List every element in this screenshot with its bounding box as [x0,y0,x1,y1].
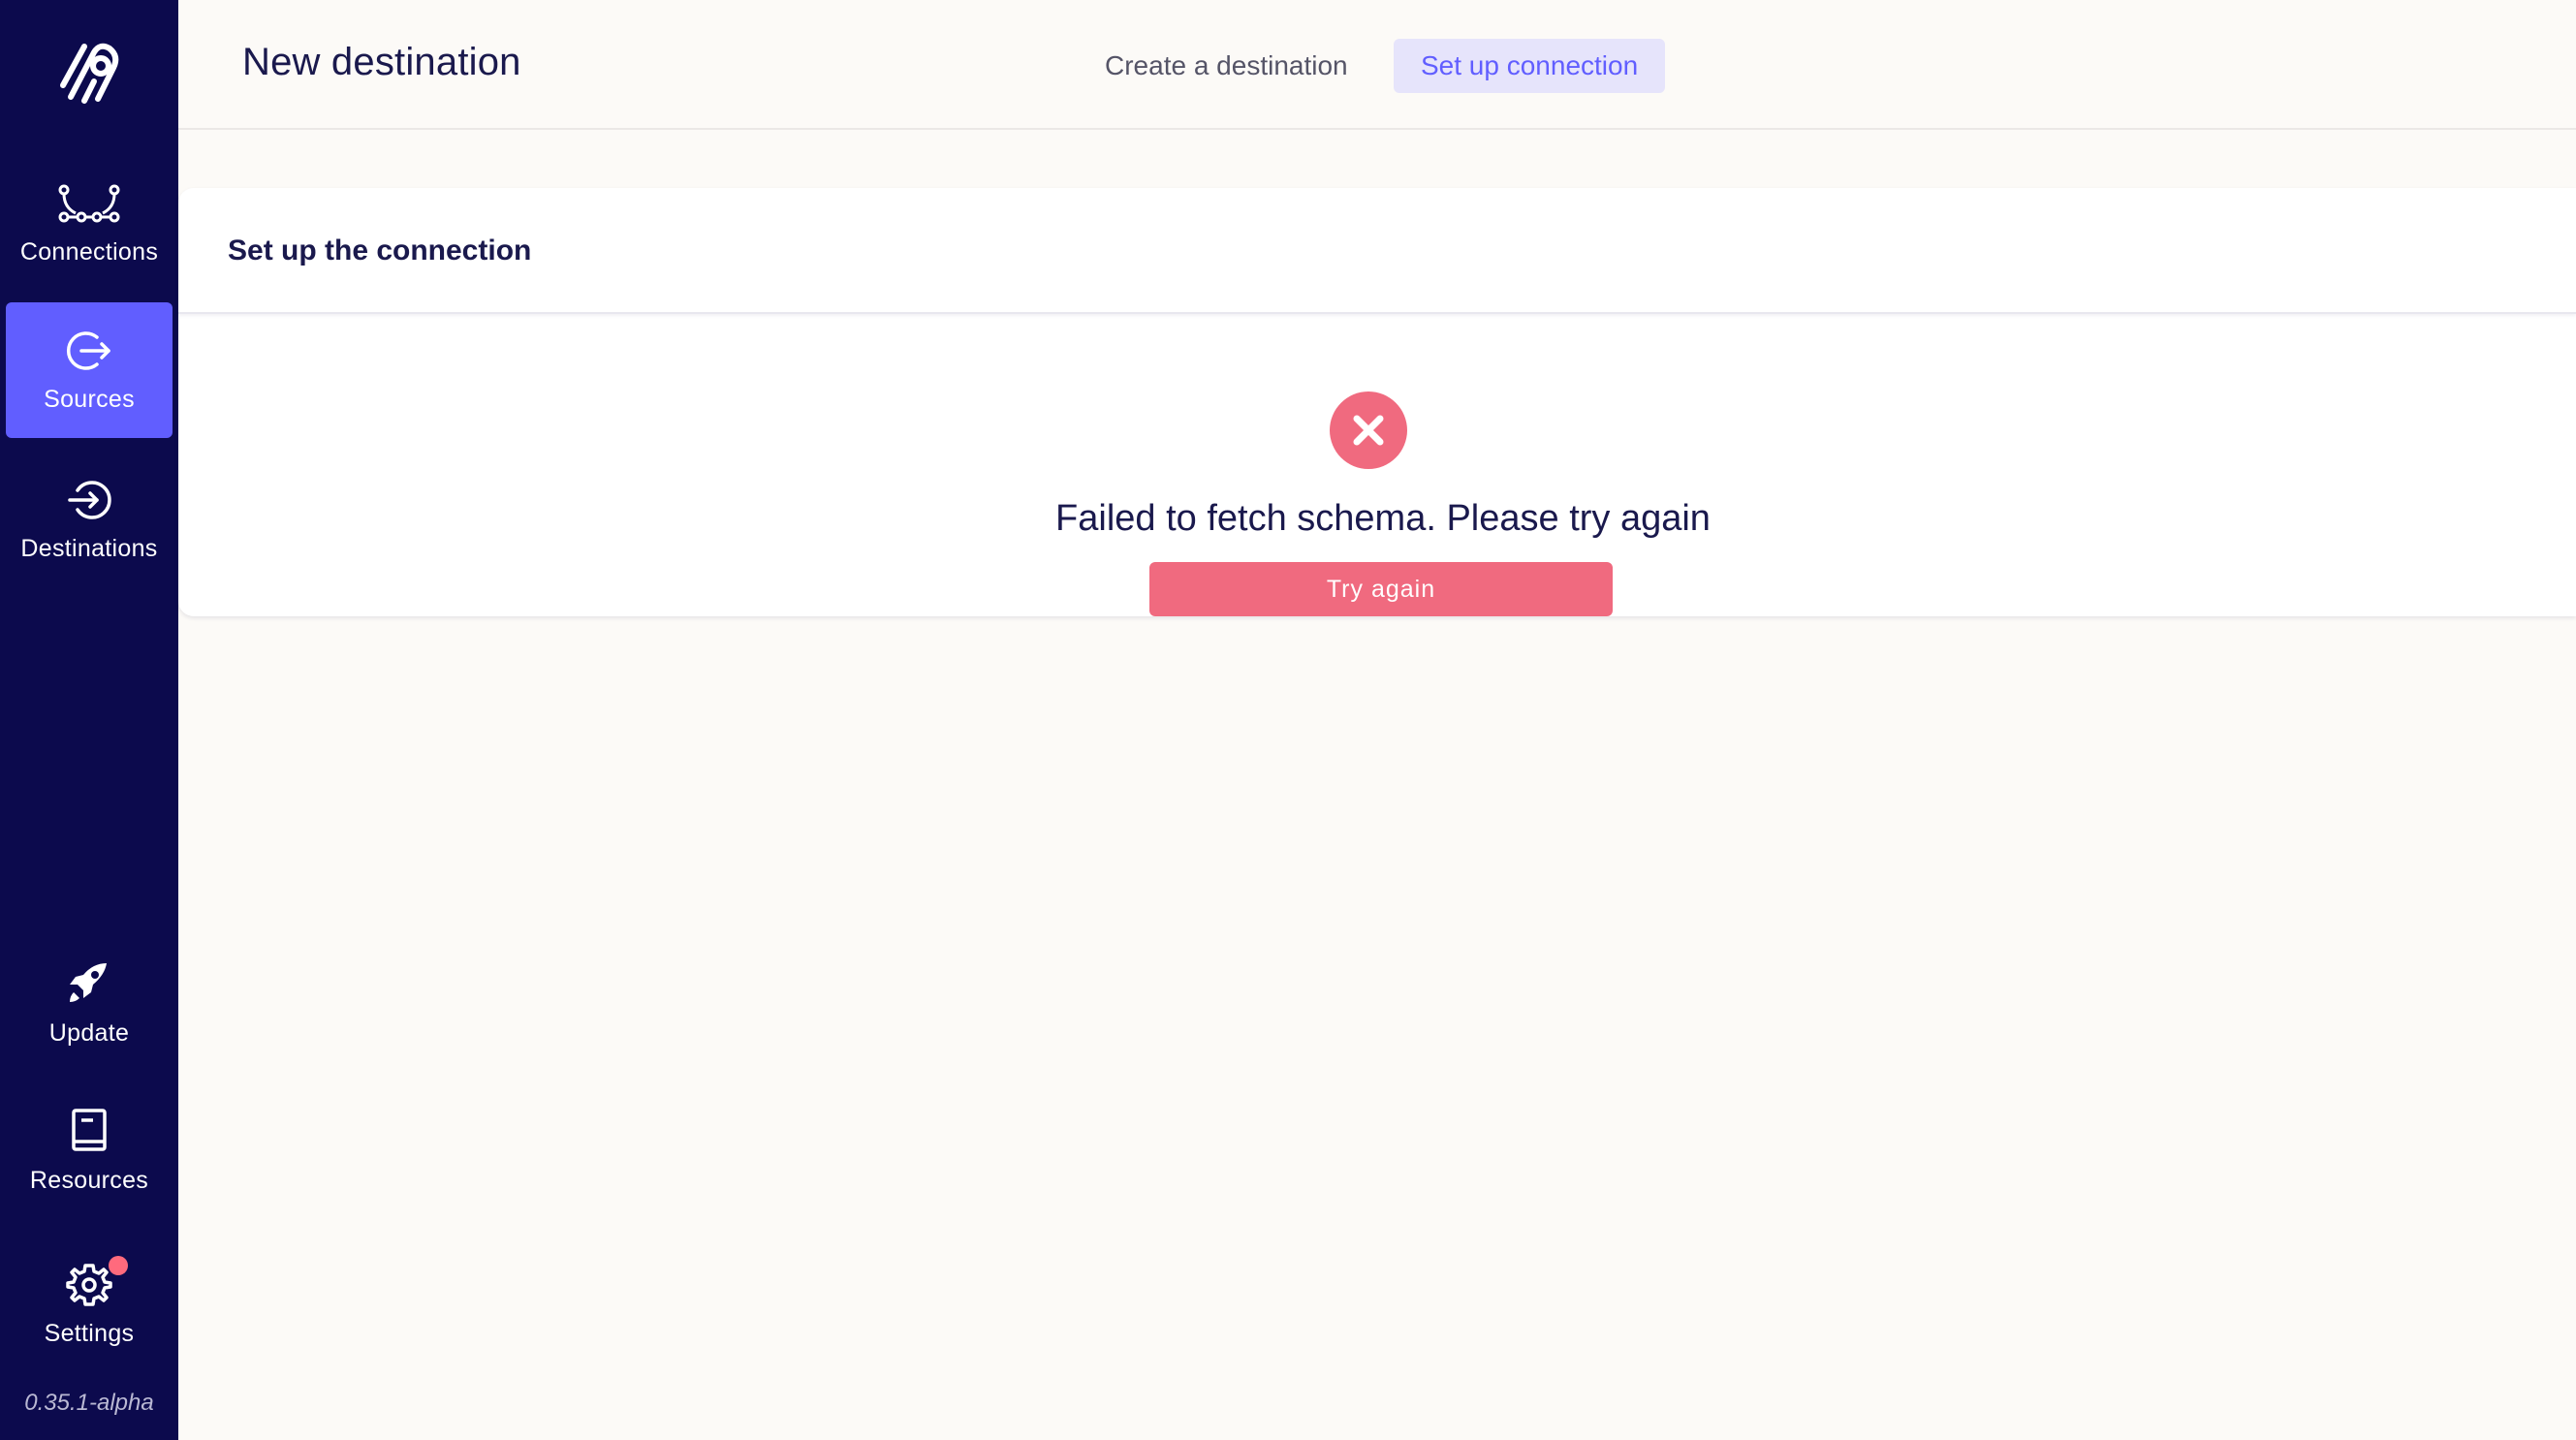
page-header: New destination Create a destination Set… [178,0,2576,130]
sidebar: Connections Sources Destinations Update … [0,0,178,1440]
app-root: Connections Sources Destinations Update … [0,0,2576,1440]
sidebar-item-label: Connections [19,238,159,266]
rocket-icon [58,961,120,1008]
page-title: New destination [242,41,521,83]
error-message: Failed to fetch schema. Please try again [1055,498,1711,539]
error-circle-icon [1330,391,1407,469]
sidebar-item-sources[interactable]: Sources [6,302,173,438]
sidebar-item-update[interactable]: Update [6,936,173,1072]
notification-dot [109,1256,128,1275]
sources-icon [58,328,120,374]
sidebar-item-resources[interactable]: Resources [6,1083,173,1219]
airbyte-logo-icon[interactable] [55,39,123,110]
card-header: Set up the connection [178,188,2576,314]
app-version: 0.35.1-alpha [24,1390,154,1416]
sidebar-item-label: Destinations [20,535,158,562]
sidebar-item-label: Resources [29,1167,149,1194]
try-again-button[interactable]: Try again [1149,562,1613,616]
sidebar-item-settings[interactable]: Settings [6,1237,173,1372]
sidebar-item-label: Sources [44,386,135,413]
step-create-destination[interactable]: Create a destination [1078,39,1375,93]
destinations-icon [58,477,120,523]
connection-card: Set up the connection Failed to fetch sc… [178,188,2576,616]
sidebar-item-destinations[interactable]: Destinations [6,452,173,587]
connections-icon [58,180,120,227]
sidebar-item-label: Update [48,1019,130,1047]
sidebar-item-connections[interactable]: Connections [6,155,173,291]
step-set-up-connection[interactable]: Set up connection [1394,39,1666,93]
book-icon [58,1109,120,1155]
card-title: Set up the connection [228,235,532,266]
sidebar-item-label: Settings [44,1320,135,1347]
